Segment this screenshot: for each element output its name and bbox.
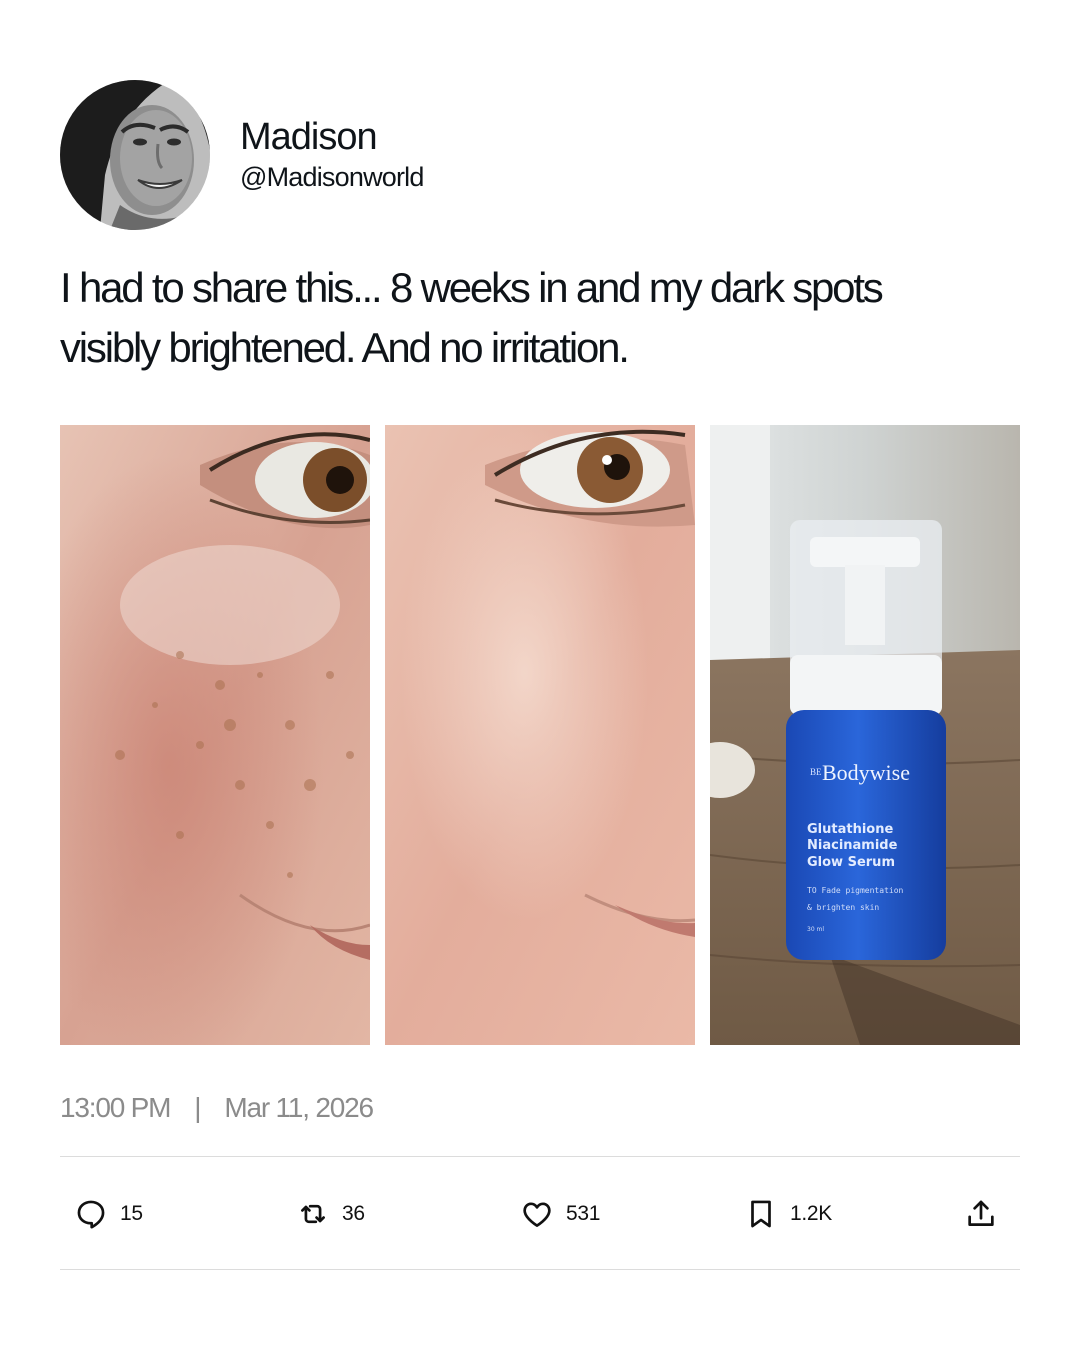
product-name-line: Niacinamide bbox=[807, 838, 898, 853]
tweet-date[interactable]: Mar 11, 2026 bbox=[224, 1092, 374, 1124]
bookmark-button[interactable]: 1.2K bbox=[744, 1194, 832, 1234]
product-volume: 30 ml bbox=[807, 926, 824, 933]
retweet-count: 36 bbox=[342, 1202, 365, 1225]
product-name-line: Glow Serum bbox=[807, 855, 895, 870]
product-name-line: Glutathione bbox=[807, 822, 893, 837]
brand-name: Bodywise bbox=[822, 760, 910, 785]
user-handle[interactable]: @Madisonworld bbox=[240, 162, 424, 193]
tweet-time[interactable]: 13:00 PM bbox=[60, 1092, 171, 1124]
avatar[interactable] bbox=[60, 80, 210, 230]
retweet-button[interactable]: 36 bbox=[296, 1194, 365, 1234]
bookmark-icon bbox=[751, 1200, 771, 1228]
reply-button[interactable]: 15 bbox=[74, 1194, 143, 1234]
product-desc-line: & brighten skin bbox=[807, 903, 879, 912]
retweet-icon bbox=[301, 1204, 325, 1224]
divider bbox=[60, 1269, 1020, 1270]
product-desc-line: TO Fade pigmentation bbox=[807, 886, 904, 895]
share-icon bbox=[968, 1200, 994, 1226]
like-count: 531 bbox=[566, 1202, 601, 1225]
tweet-meta: 13:00 PM | Mar 11, 2026 bbox=[60, 1092, 374, 1124]
media-before-photo[interactable] bbox=[60, 425, 370, 1045]
like-icon bbox=[523, 1202, 551, 1227]
display-name[interactable]: Madison bbox=[240, 116, 378, 159]
bookmark-count: 1.2K bbox=[790, 1202, 832, 1225]
tweet-text-line: I had to share this... 8 weeks in and my… bbox=[60, 264, 884, 311]
reply-icon bbox=[77, 1200, 105, 1229]
divider bbox=[60, 1156, 1020, 1157]
reply-count: 15 bbox=[120, 1202, 143, 1225]
tweet-text-line: visibly brightened. And no irritation. bbox=[60, 324, 630, 371]
tweet-card: Madison @Madisonworld I had to share thi… bbox=[0, 0, 1080, 1350]
media-after-photo[interactable] bbox=[385, 425, 695, 1045]
meta-separator: | bbox=[194, 1092, 201, 1123]
brand-prefix: BE bbox=[810, 767, 822, 777]
share-button[interactable] bbox=[964, 1194, 998, 1234]
media-product-photo[interactable]: BE Bodywise Glutathione Niacinamide Glow… bbox=[710, 425, 1020, 1045]
tweet-text: I had to share this... 8 weeks in and my… bbox=[60, 258, 1020, 378]
like-button[interactable]: 531 bbox=[520, 1194, 600, 1234]
